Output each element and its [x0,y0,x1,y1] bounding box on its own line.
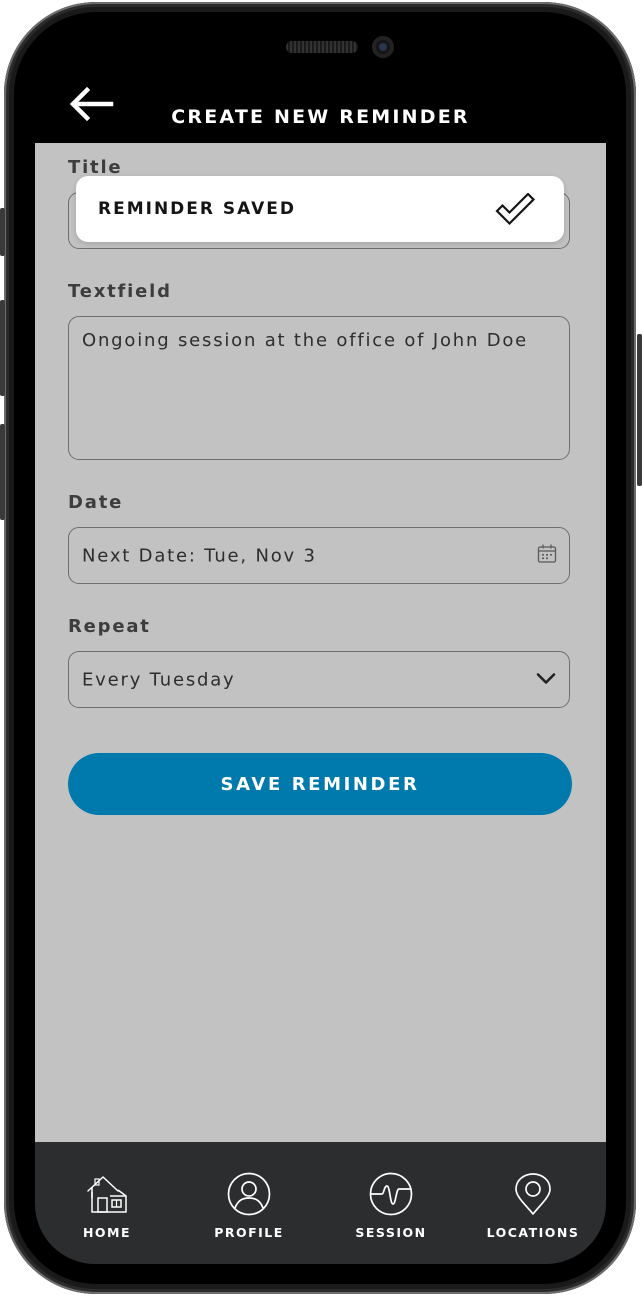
textfield-input[interactable]: Ongoing session at the office of John Do… [68,316,570,460]
phone-screen: CREATE NEW REMINDER Title Textfield Ongo… [35,26,606,1264]
check-icon [494,192,538,231]
camera [372,36,394,58]
side-button [637,334,642,486]
session-icon [368,1172,414,1220]
chevron-down-icon [535,669,557,690]
nav-label-locations: LOCATIONS [486,1225,580,1240]
side-button [0,424,5,520]
title-label: Title [68,157,123,178]
date-input[interactable]: Next Date: Tue, Nov 3 [68,527,570,584]
repeat-label: Repeat [68,616,151,637]
nav-label-profile: PROFILE [214,1225,284,1240]
home-icon [84,1172,130,1220]
nav-item-profile[interactable]: PROFILE [184,1172,314,1242]
nav-label-home: HOME [82,1225,132,1240]
profile-icon [226,1172,272,1220]
date-value: Next Date: Tue, Nov 3 [82,545,317,566]
side-button [0,300,5,396]
save-reminder-button[interactable]: SAVE REMINDER [68,753,572,815]
toast-message: REMINDER SAVED [98,199,297,219]
nav-item-session[interactable]: SESSION [326,1172,456,1242]
textfield-label: Textfield [68,281,172,302]
reminder-saved-toast: REMINDER SAVED [76,176,564,242]
side-button [0,208,5,256]
location-pin-icon [510,1172,556,1220]
repeat-value: Every Tuesday [82,669,236,690]
page-title: CREATE NEW REMINDER [171,106,470,128]
nav-label-session: SESSION [355,1225,427,1240]
calendar-icon[interactable] [537,543,557,568]
nav-item-home[interactable]: HOME [42,1172,172,1242]
repeat-select[interactable]: Every Tuesday [68,651,570,708]
reminder-form: Title Textfield Ongoing session at the o… [35,143,606,1142]
nav-item-locations[interactable]: LOCATIONS [468,1172,598,1242]
speaker-grille [286,41,358,53]
bottom-nav: HOME PROFILE SESSION LOCATIONS [35,1142,606,1264]
textfield-value: Ongoing session at the office of John Do… [82,330,529,351]
date-label: Date [68,492,124,513]
